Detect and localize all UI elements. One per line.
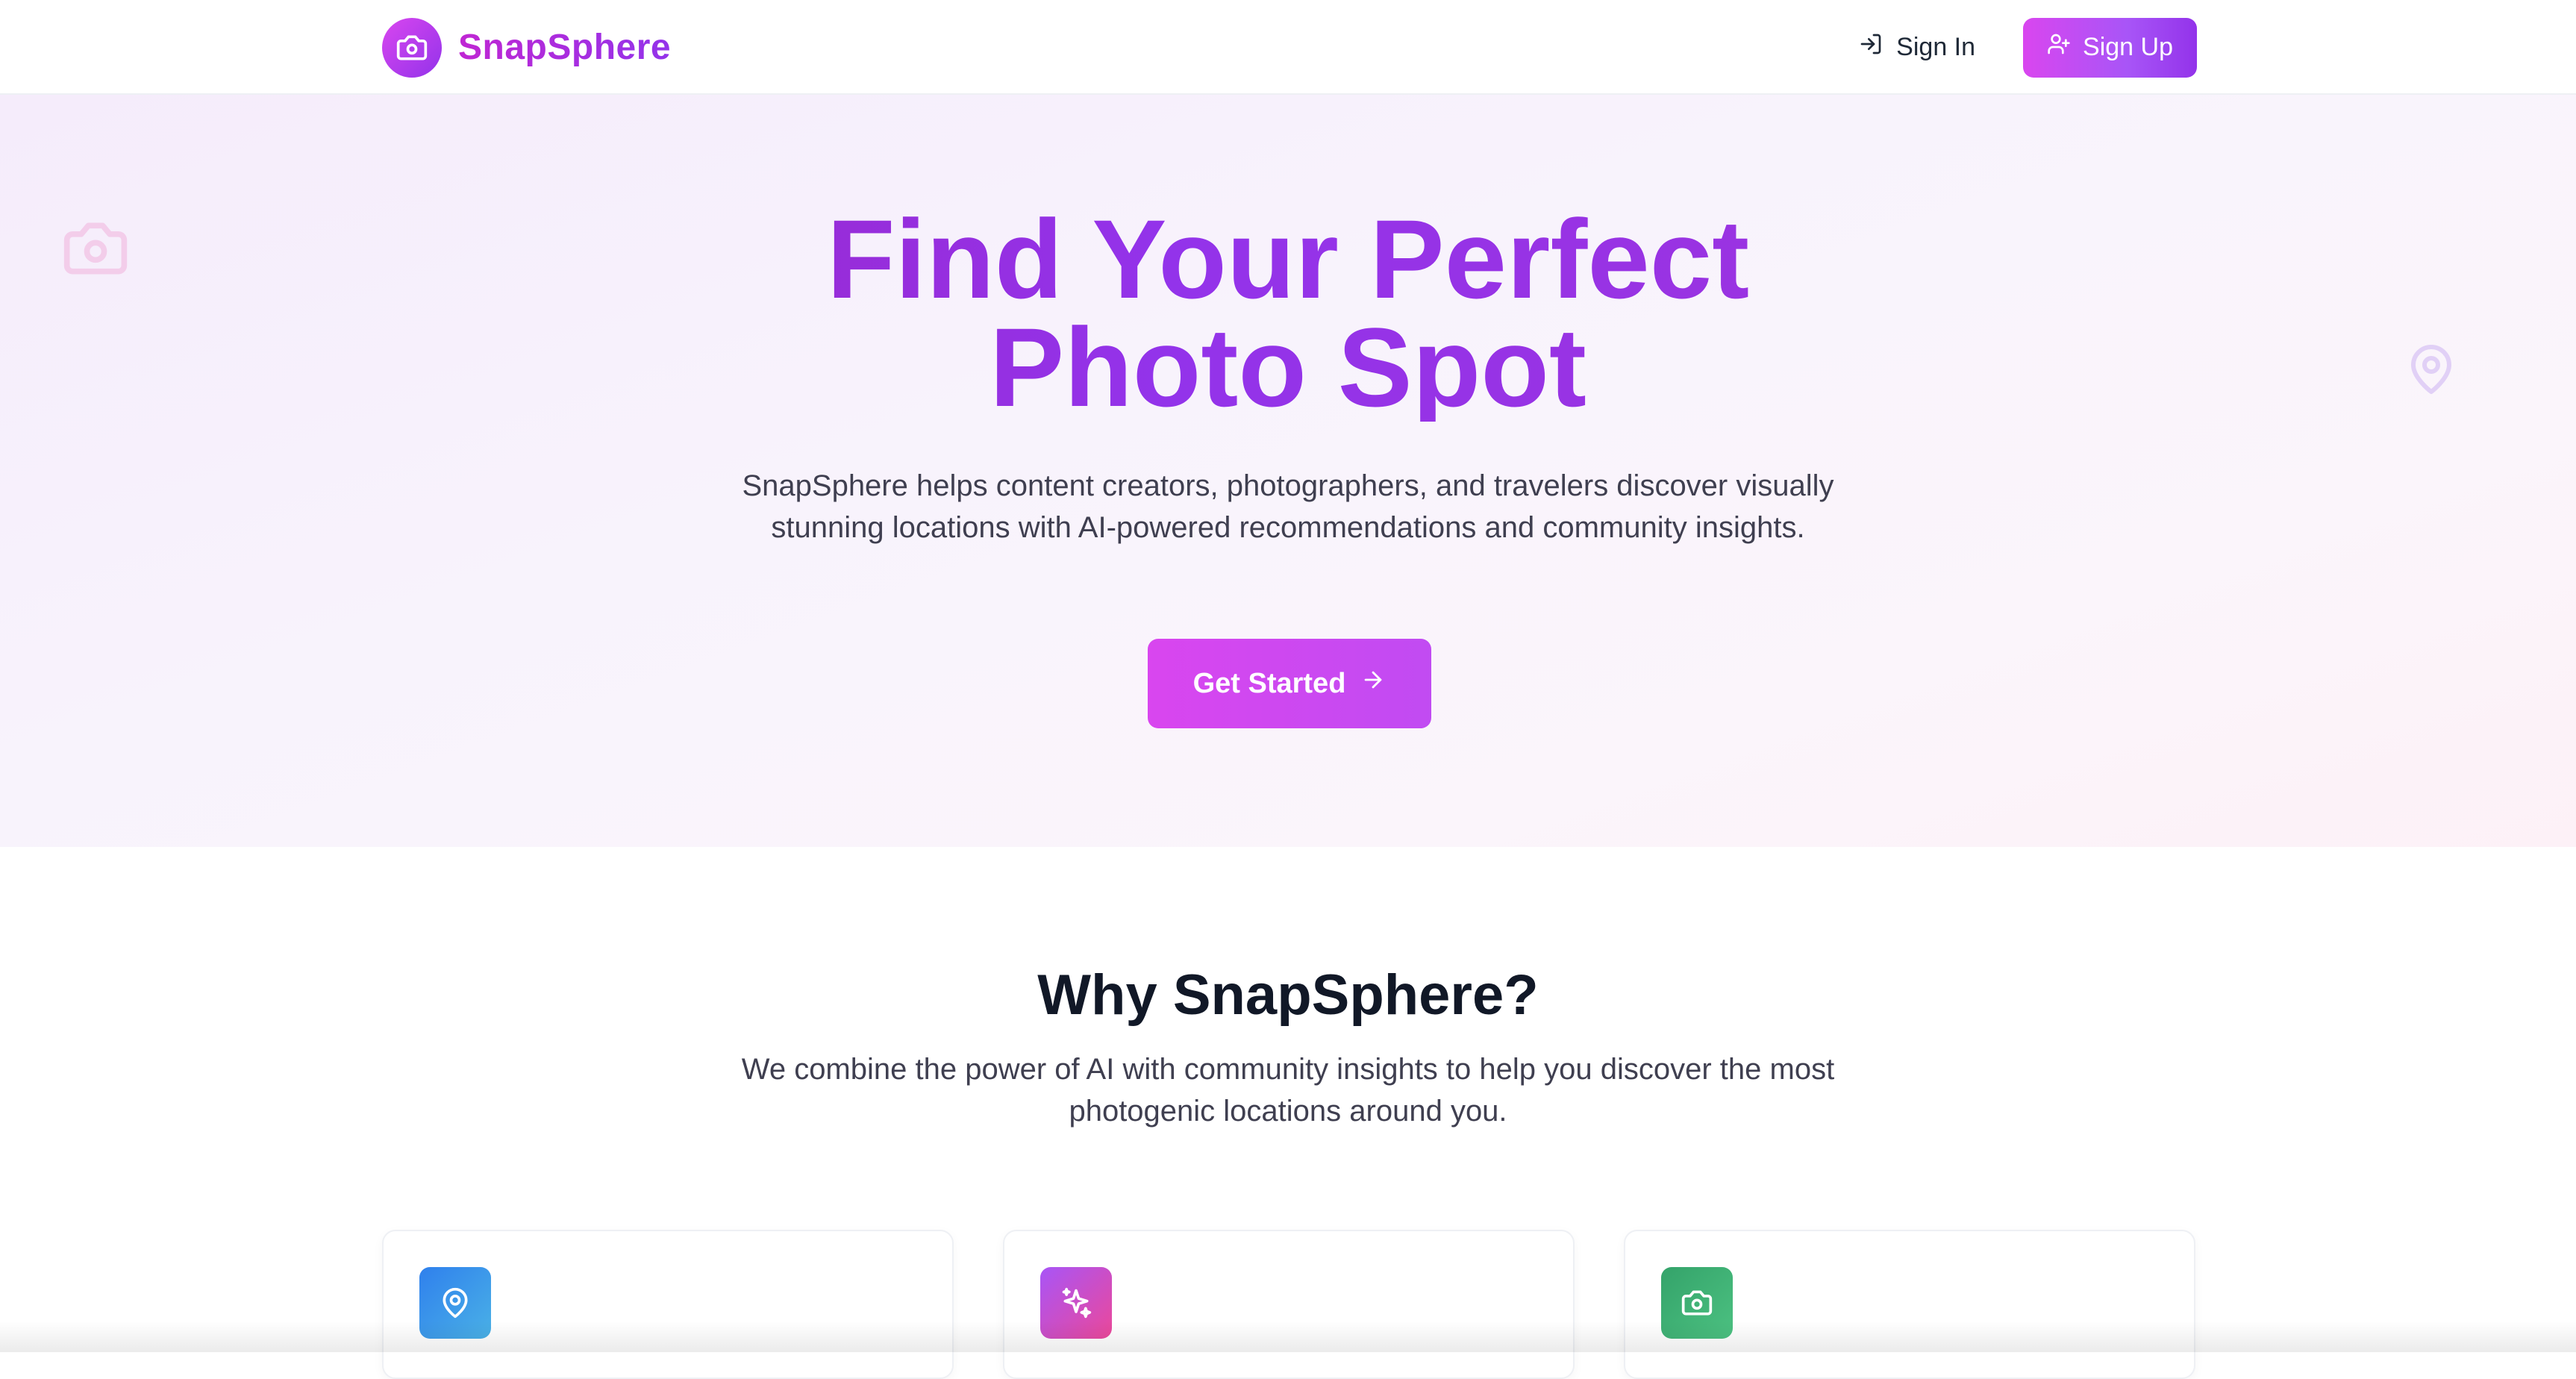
top-navbar: SnapSphere Sign In Sign Up — [0, 0, 2576, 95]
brand-name: SnapSphere — [458, 28, 672, 67]
sign-up-label: Sign Up — [2083, 33, 2173, 61]
user-plus-icon — [2047, 32, 2071, 63]
sign-up-button[interactable]: Sign Up — [2023, 17, 2197, 78]
hero-title-line-2: Photo Spot — [990, 304, 1586, 430]
why-section-title: Why SnapSphere? — [1037, 963, 1539, 1027]
hero-section: Find Your Perfect Photo Spot SnapSphere … — [0, 95, 2576, 847]
feature-card-camera — [1624, 1230, 2195, 1379]
camera-icon — [1661, 1267, 1733, 1339]
map-pin-icon — [419, 1267, 491, 1339]
log-in-icon — [1859, 32, 1883, 63]
feature-card-ai — [1003, 1230, 1575, 1379]
why-section-subtitle: We combine the power of AI with communit… — [741, 1053, 1835, 1128]
get-started-button[interactable]: Get Started — [1148, 639, 1431, 728]
feature-card-location — [382, 1230, 954, 1379]
hero-subtitle: SnapSphere helps content creators, photo… — [742, 469, 1834, 544]
navbar-inner: SnapSphere Sign In Sign Up — [382, 0, 2197, 95]
hero-title: Find Your Perfect Photo Spot — [0, 205, 2576, 422]
arrow-right-icon — [1360, 667, 1386, 700]
sign-in-label: Sign In — [1896, 33, 1976, 61]
nav-actions: Sign In Sign Up — [1859, 17, 2197, 78]
sign-in-button[interactable]: Sign In — [1859, 32, 1975, 63]
sparkles-icon — [1040, 1267, 1112, 1339]
hero-title-line-1: Find Your Perfect — [826, 196, 1750, 322]
camera-icon — [382, 17, 442, 78]
brand-home-link[interactable]: SnapSphere — [382, 17, 672, 78]
get-started-label: Get Started — [1192, 667, 1346, 699]
